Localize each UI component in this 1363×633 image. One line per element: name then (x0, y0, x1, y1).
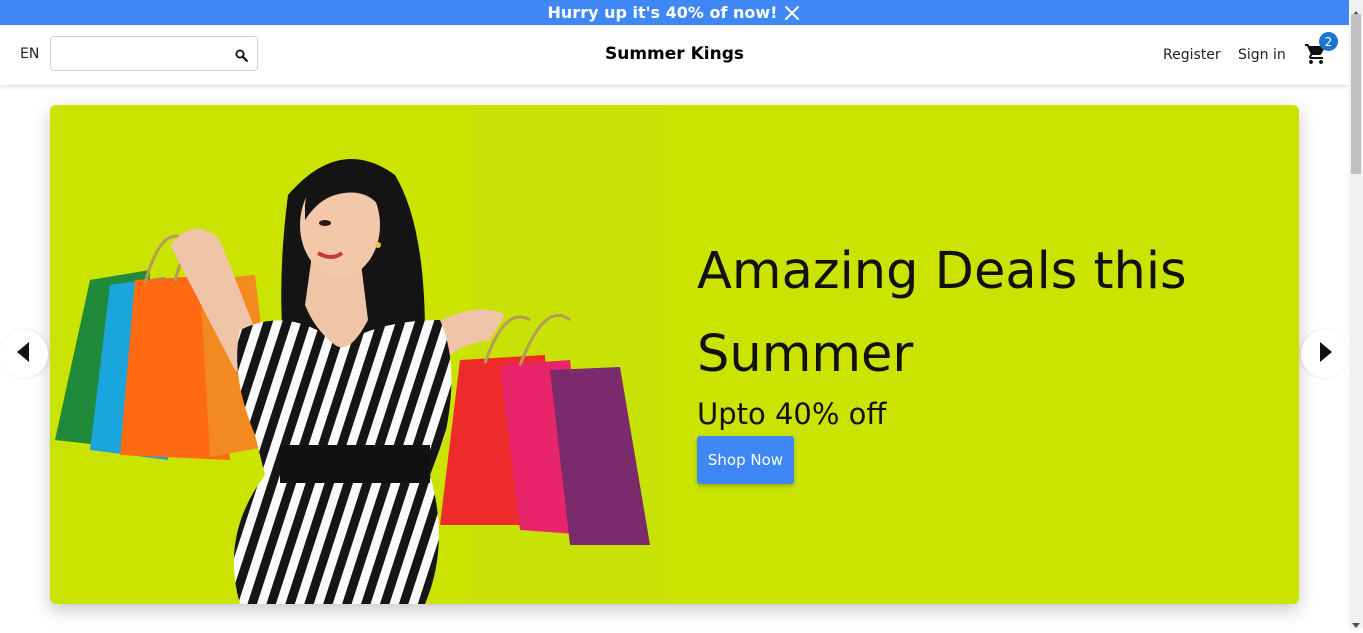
arrow-right-icon (1318, 342, 1332, 366)
announcement-text: Hurry up it's 40% of now! (547, 3, 778, 22)
carousel-next-button[interactable] (1301, 330, 1349, 378)
hero-illustration (50, 105, 670, 604)
hero-title: Amazing Deals this Summer (697, 242, 1187, 384)
brand-title[interactable]: Summer Kings (605, 44, 744, 64)
search-box (50, 36, 258, 72)
scrollbar-thumb[interactable] (1351, 14, 1361, 174)
page-scrollbar[interactable] (1349, 0, 1363, 628)
announcement-bar: Hurry up it's 40% of now! (0, 0, 1349, 25)
hero-subtitle: Upto 40% off (697, 397, 887, 431)
cart-count-badge: 2 (1319, 32, 1338, 51)
carousel-prev-button[interactable] (0, 330, 48, 378)
language-selector[interactable]: EN (20, 46, 39, 62)
arrow-left-icon (17, 342, 31, 366)
search-input[interactable] (59, 37, 233, 72)
scroll-up-icon[interactable] (1352, 3, 1360, 16)
scroll-down-icon[interactable] (1352, 614, 1360, 628)
hero-banner: Amazing Deals this Summer Upto 40% off S… (50, 105, 1299, 604)
signin-link[interactable]: Sign in (1238, 47, 1286, 63)
search-icon[interactable] (235, 47, 248, 62)
top-navbar: EN Summer Kings Register Sign in 2 (0, 25, 1349, 85)
shop-now-button[interactable]: Shop Now (697, 436, 794, 484)
close-icon[interactable] (783, 4, 801, 22)
register-link[interactable]: Register (1163, 47, 1221, 63)
